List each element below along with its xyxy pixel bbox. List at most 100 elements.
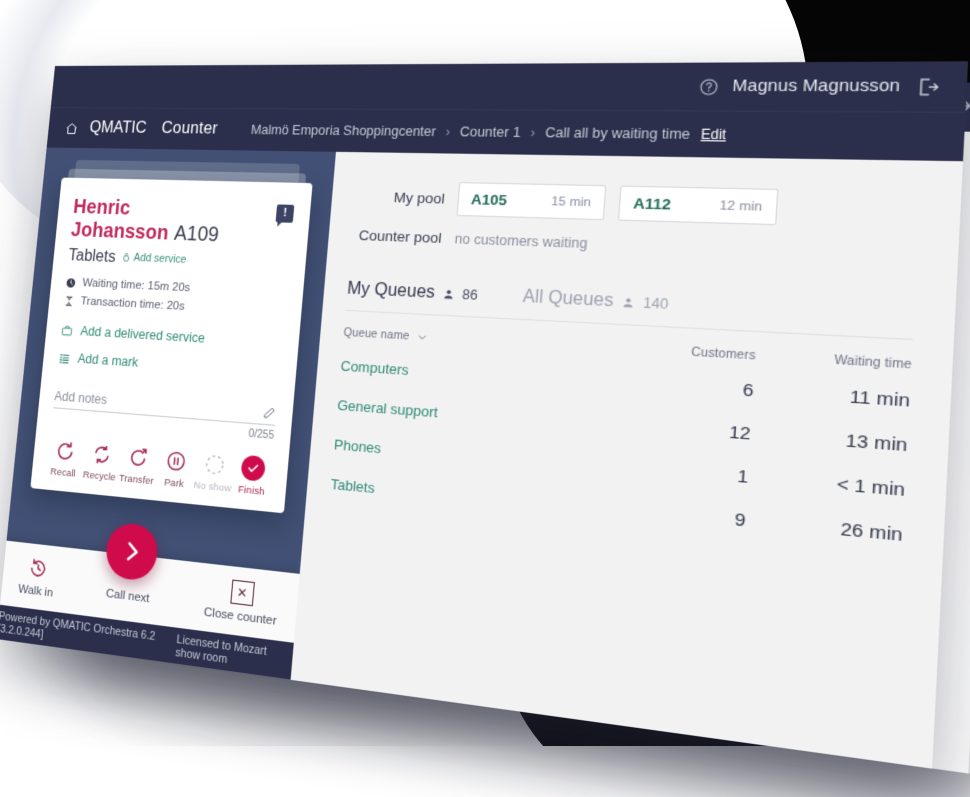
chevron-down-icon (417, 332, 428, 342)
pencil-icon[interactable] (262, 405, 277, 420)
transaction-time-label: Transaction time: 20s (80, 295, 186, 314)
queue-customers: 6 (741, 380, 755, 402)
pool-ticket-number: A105 (470, 191, 508, 209)
hourglass-icon (63, 295, 74, 307)
notes-placeholder: Add notes (53, 388, 108, 408)
breadcrumb: Malmö Emporia Shoppingcenter › Counter 1… (250, 123, 726, 143)
transfer-icon (126, 445, 150, 471)
pool-ticket-chip[interactable]: A105 15 min (456, 182, 607, 221)
no-show-icon (202, 451, 227, 478)
customer-action-buttons: Recall Recycle Transfer Park No show Fin… (43, 438, 274, 512)
user-bar: Magnus Magnusson (50, 61, 969, 112)
queue-waiting-time: 26 min (839, 519, 904, 546)
notes-section: Add notes 0/255 (52, 388, 277, 442)
park-button[interactable]: Park (154, 447, 196, 491)
note-alert-glyph: ! (282, 206, 288, 220)
breadcrumb-separator: › (530, 124, 536, 141)
customer-identity: Henric Johansson A109 (70, 196, 277, 250)
walk-in-label: Walk in (17, 582, 54, 600)
column-header-queue-name-label: Queue name (343, 326, 410, 343)
customer-name: Henric Johansson (70, 195, 170, 245)
breadcrumb-item-branch[interactable]: Malmö Emporia Shoppingcenter (250, 123, 436, 140)
service-row: Tablets Add service (68, 247, 290, 275)
my-pool-label: My pool (393, 189, 446, 207)
recall-button[interactable]: Recall (44, 438, 84, 481)
close-counter-label: Close counter (203, 605, 278, 628)
waiting-time-label: Waiting time: 15m 20s (81, 276, 191, 295)
breadcrumb-item-counter[interactable]: Counter 1 (459, 124, 521, 140)
question-circle-icon[interactable] (698, 77, 720, 96)
add-service-button[interactable]: Add service (121, 251, 187, 266)
transfer-label: Transfer (118, 472, 155, 488)
finish-label: Finish (237, 483, 266, 499)
call-next-circle (104, 521, 160, 583)
customer-metadata: Waiting time: 15m 20s Transaction time: … (63, 276, 287, 318)
recycle-button[interactable]: Recycle (80, 441, 120, 484)
note-alert-icon[interactable]: ! (275, 204, 295, 223)
park-icon (164, 448, 189, 474)
breadcrumb-item-mode[interactable]: Call all by waiting time (545, 125, 691, 142)
add-a-mark-label: Add a mark (77, 351, 139, 370)
app-title: Counter (160, 119, 219, 138)
logout-icon[interactable] (914, 75, 940, 98)
call-next-button[interactable]: Call next (104, 521, 160, 606)
queue-customers: 12 (728, 422, 752, 445)
queue-customers: 1 (736, 466, 749, 488)
no-show-label: No show (192, 479, 232, 495)
briefcase-icon (60, 323, 73, 337)
chevron-right-icon (119, 538, 145, 566)
queues-section: My Queues 86 All Queues 140 Queue name C… (306, 279, 956, 563)
recall-icon (53, 438, 77, 464)
queue-waiting-time: 11 min (848, 386, 911, 412)
queue-waiting-time: 13 min (844, 430, 909, 457)
recycle-label: Recycle (82, 469, 117, 484)
user-name: Magnus Magnusson (731, 76, 901, 96)
park-label: Park (163, 476, 185, 491)
tab-all-queues-label: All Queues (522, 287, 615, 311)
add-delivered-service-button[interactable]: Add a delivered service (60, 323, 282, 351)
clock-icon (66, 277, 76, 288)
walk-in-clock-icon (27, 555, 50, 580)
queue-customers: 9 (733, 509, 747, 532)
add-service-icon (121, 252, 131, 263)
queue-waiting-time: < 1 min (836, 474, 906, 501)
no-show-button[interactable]: No show (192, 451, 234, 495)
license-text: Licensed to Mozart show room (174, 633, 268, 667)
breadcrumb-separator: › (445, 124, 451, 140)
my-pool-row: My pool A105 15 min A112 12 min (354, 180, 921, 229)
transfer-button[interactable]: Transfer (117, 444, 158, 487)
close-counter-button[interactable]: ✕ Close counter (203, 576, 279, 628)
customer-card-stack: Henric Johansson A109 ! Tablets Add serv… (30, 159, 313, 514)
queues-panel: My pool A105 15 min A112 12 min Counter … (290, 151, 963, 769)
window-body: Henric Johansson A109 ! Tablets Add serv… (0, 147, 963, 769)
screen-stack-stage: Magnus Magnusson QMATIC Counter Malmö Em… (0, 0, 970, 779)
home-icon[interactable] (64, 121, 79, 136)
customer-ticket: A109 (173, 222, 220, 247)
counter-pool-label: Counter pool (358, 227, 443, 247)
queue-name[interactable]: Computers (340, 357, 607, 391)
column-header-customers: Customers (690, 345, 757, 364)
tab-my-queues-count: 86 (461, 286, 479, 304)
walk-in-button[interactable]: Walk in (18, 554, 57, 599)
tab-my-queues-label: My Queues (346, 279, 436, 303)
check-icon (246, 461, 260, 476)
person-icon (623, 297, 633, 308)
finish-icon-circle (240, 454, 267, 482)
tab-my-queues[interactable]: My Queues 86 (346, 280, 478, 306)
column-header-waiting-time: Waiting time (833, 353, 913, 373)
recall-label: Recall (49, 466, 77, 480)
person-icon (443, 289, 453, 299)
edit-link[interactable]: Edit (700, 126, 726, 142)
counter-pool-empty-message: no customers waiting (454, 230, 589, 251)
tab-all-queues[interactable]: All Queues 140 (522, 287, 669, 314)
customer-service: Tablets (67, 246, 117, 267)
add-a-mark-button[interactable]: Add a mark (58, 350, 281, 379)
list-icon (58, 351, 71, 365)
close-box-icon: ✕ (229, 578, 255, 606)
finish-button[interactable]: Finish (231, 454, 274, 499)
pool-ticket-chip[interactable]: A112 12 min (617, 185, 779, 226)
pool-ticket-time: 15 min (550, 194, 592, 210)
counter-application-window: Magnus Magnusson QMATIC Counter Malmö Em… (0, 61, 969, 769)
pool-ticket-number: A112 (632, 194, 672, 213)
add-delivered-service-label: Add a delivered service (79, 323, 206, 346)
